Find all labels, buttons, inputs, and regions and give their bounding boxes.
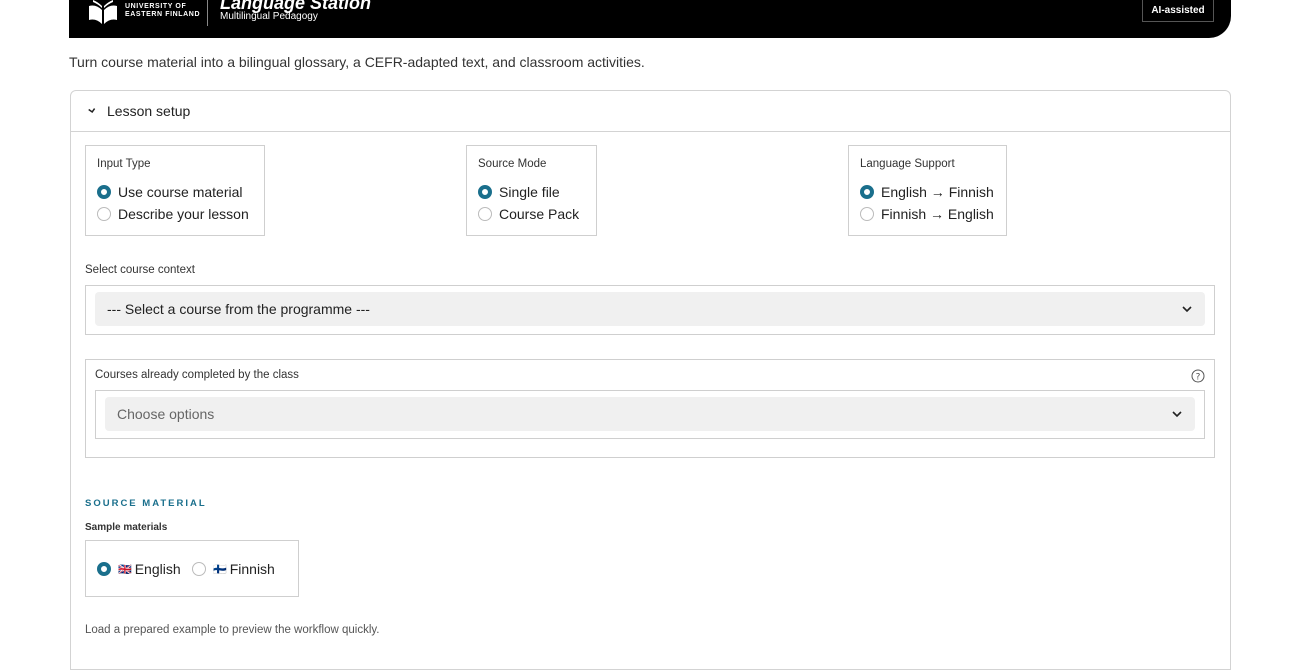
- sample-option-english[interactable]: 🇬🇧 English: [97, 561, 181, 577]
- chevron-down-icon: [1172, 411, 1182, 418]
- language-support-group: Language Support English → Finnish Finni…: [848, 145, 1007, 236]
- input-type-option-describe[interactable]: Describe your lesson: [97, 206, 249, 222]
- sample-materials-group: 🇬🇧 English 🇫🇮 Finnish: [85, 540, 299, 597]
- source-mode-group: Source Mode Single file Course Pack: [466, 145, 597, 236]
- language-support-label: Language Support: [860, 158, 955, 170]
- source-material-heading: SOURCE MATERIAL: [85, 498, 207, 509]
- intro-text: Turn course material into a bilingual gl…: [69, 54, 645, 70]
- sample-note: Load a prepared example to preview the w…: [85, 624, 380, 636]
- finland-flag-icon: 🇫🇮: [213, 563, 227, 576]
- radio-unselected[interactable]: [97, 207, 111, 221]
- app-header: UNIVERSITY OF EASTERN FINLAND Language S…: [69, 0, 1231, 38]
- source-mode-option-pack[interactable]: Course Pack: [478, 206, 579, 222]
- header-divider: [207, 0, 208, 26]
- lesson-setup-toggle[interactable]: Lesson setup: [71, 91, 1230, 132]
- sample-option-finnish[interactable]: 🇫🇮 Finnish: [192, 561, 275, 577]
- university-name: UNIVERSITY OF EASTERN FINLAND: [125, 3, 201, 18]
- radio-unselected[interactable]: [192, 562, 206, 576]
- completed-courses-field: Choose options: [95, 390, 1205, 439]
- radio-selected[interactable]: [97, 185, 111, 199]
- sample-materials-label: Sample materials: [85, 522, 168, 533]
- chevron-right-icon: [88, 108, 96, 114]
- app-subtitle: Multilingual Pedagogy: [220, 11, 318, 22]
- input-type-option-course-material[interactable]: Use course material: [97, 184, 243, 200]
- language-option-en-fi[interactable]: English → Finnish: [860, 184, 994, 200]
- radio-selected[interactable]: [97, 562, 111, 576]
- completed-courses-select[interactable]: Choose options: [105, 397, 1195, 431]
- course-context-label: Select course context: [85, 264, 195, 276]
- completed-courses-placeholder: Choose options: [117, 406, 215, 422]
- lesson-setup-title: Lesson setup: [107, 103, 191, 119]
- uk-flag-icon: 🇬🇧: [118, 563, 132, 576]
- radio-unselected[interactable]: [478, 207, 492, 221]
- completed-courses-label: Courses already completed by the class: [95, 369, 299, 381]
- source-mode-option-single[interactable]: Single file: [478, 184, 560, 200]
- radio-selected[interactable]: [478, 185, 492, 199]
- svg-text:?: ?: [1196, 373, 1201, 383]
- course-context-field: --- Select a course from the programme -…: [85, 285, 1215, 335]
- source-mode-label: Source Mode: [478, 158, 547, 170]
- ai-assisted-badge: AI-assisted: [1142, 0, 1214, 22]
- language-option-fi-en[interactable]: Finnish → English: [860, 206, 994, 222]
- university-logo-icon: [89, 0, 117, 24]
- help-icon[interactable]: ?: [1191, 369, 1205, 383]
- radio-selected[interactable]: [860, 185, 874, 199]
- chevron-down-icon: [1182, 306, 1192, 313]
- course-context-select[interactable]: --- Select a course from the programme -…: [95, 292, 1205, 326]
- input-type-label: Input Type: [97, 158, 151, 170]
- input-type-group: Input Type Use course material Describe …: [85, 145, 265, 236]
- course-context-value: --- Select a course from the programme -…: [107, 301, 370, 317]
- completed-courses-group: Courses already completed by the class ?…: [85, 359, 1215, 458]
- radio-unselected[interactable]: [860, 207, 874, 221]
